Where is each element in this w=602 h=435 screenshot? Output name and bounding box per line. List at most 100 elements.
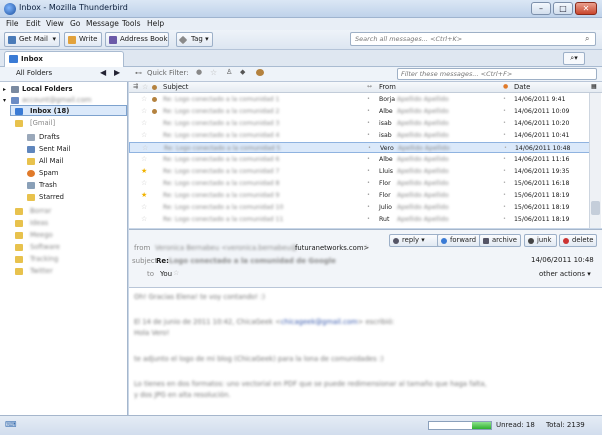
menu-go[interactable]: Go [70, 19, 80, 28]
junk-button[interactable]: junk [524, 234, 557, 247]
star-icon[interactable]: ★ [141, 190, 147, 201]
junk-status-icon[interactable]: • [504, 143, 507, 154]
menu-edit[interactable]: Edit [26, 19, 41, 28]
star-icon[interactable]: ☆ [141, 106, 147, 117]
read-status-icon[interactable]: • [367, 130, 370, 141]
junk-status-icon[interactable]: • [503, 130, 506, 141]
delete-button[interactable]: delete [559, 234, 597, 247]
read-status-icon[interactable]: • [367, 190, 370, 201]
address-book-button[interactable]: Address Book [105, 32, 169, 47]
previous-folder-arrow[interactable]: ◀ [100, 68, 106, 77]
get-mail-button[interactable]: Get Mail ▾ [4, 32, 60, 47]
star-icon[interactable]: ★ [141, 166, 147, 177]
menu-message[interactable]: Message [86, 19, 119, 28]
filter-messages-input[interactable]: Filter these messages... <Ctrl+F> [397, 68, 597, 80]
read-status-icon[interactable]: • [367, 94, 370, 105]
from-column[interactable]: From [379, 83, 396, 91]
read-status-icon[interactable]: • [367, 166, 370, 177]
junk-status-icon[interactable]: • [503, 166, 506, 177]
table-row[interactable]: ☆ Re: Logo conectado a la comunidad 6 • Alb… [129, 154, 592, 165]
read-status-icon[interactable]: • [367, 202, 370, 213]
close-button[interactable]: ✕ [575, 2, 597, 15]
menu-help[interactable]: Help [147, 19, 164, 28]
starred-filter-icon[interactable]: ☆ [210, 68, 217, 77]
junk-status-icon[interactable]: • [503, 94, 506, 105]
table-row[interactable]: ☆ Re: Logo conectado a la comunidad 2 • Alb… [129, 106, 592, 117]
message-list-scrollbar[interactable] [589, 93, 601, 228]
star-icon[interactable]: ☆ [141, 214, 147, 225]
column-picker-icon[interactable]: ▦ [591, 83, 597, 90]
tag-button[interactable]: Tag ▾ [176, 32, 213, 47]
read-column-icon[interactable]: ⇿ [367, 83, 372, 90]
from-address[interactable]: futuranetworks.com> [295, 244, 369, 252]
junk-status-icon[interactable]: • [503, 154, 506, 165]
junk-status-icon[interactable]: • [503, 202, 506, 213]
scroll-thumb[interactable] [591, 201, 600, 215]
star-icon[interactable]: ☆ [141, 154, 147, 165]
star-icon[interactable]: ☆ [142, 143, 148, 154]
table-row[interactable]: ☆ Re: Logo conectado a la comunidad 8 • Flo… [129, 178, 592, 189]
read-status-icon[interactable]: • [368, 143, 371, 154]
minimize-button[interactable]: – [531, 2, 551, 15]
table-row[interactable]: ★ Re: Logo conectado a la comunidad 7 • Llu… [129, 166, 592, 177]
star-icon[interactable]: ☆ [141, 118, 147, 129]
forward-icon [441, 238, 447, 244]
contact-filter-icon[interactable]: ♙ [226, 68, 232, 76]
subject-column[interactable]: Subject [163, 83, 188, 91]
reply-button[interactable]: reply ▾ [389, 234, 443, 247]
maximize-button[interactable]: □ [553, 2, 573, 15]
folder-pane-header[interactable]: All Folders [16, 69, 52, 77]
archive-button[interactable]: archive [479, 234, 521, 247]
table-row[interactable]: ☆ Re: Logo conectado a la comunidad 11 • Ru… [129, 214, 592, 225]
search-all-input[interactable]: Search all messages... <Ctrl+K> [350, 32, 596, 46]
other-actions-button[interactable]: other actions ▾ [539, 270, 591, 278]
star-icon[interactable]: ☆ [141, 130, 147, 141]
read-status-icon[interactable]: • [367, 118, 370, 129]
to-value[interactable]: You [160, 270, 172, 278]
star-icon[interactable]: ☆ [141, 94, 147, 105]
table-row[interactable]: ★ Re: Logo conectado a la comunidad 9 • Flo… [129, 190, 592, 201]
pin-icon[interactable]: ⊷ [135, 69, 142, 77]
menu-tools[interactable]: Tools [122, 19, 140, 28]
tags-filter-icon[interactable]: ◆ [240, 68, 245, 76]
folder-inbox[interactable]: Inbox (18) [10, 105, 127, 116]
junk-status-icon[interactable]: • [503, 214, 506, 225]
read-status-icon[interactable]: • [367, 154, 370, 165]
star-icon[interactable]: ☆ [141, 202, 147, 213]
unread-filter-icon[interactable]: ● [196, 68, 202, 76]
write-button[interactable]: Write [64, 32, 102, 47]
chevron-down-icon[interactable]: ▾ [52, 33, 56, 46]
table-row[interactable]: ☆ Re: Logo conectado a la comunidad 5 • Ver… [129, 142, 592, 154]
forward-button[interactable]: forward [437, 234, 483, 247]
attachment-filter-icon[interactable] [256, 69, 264, 76]
junk-status-icon[interactable]: • [503, 118, 506, 129]
message-from-blurred: Apellido Apellido [397, 180, 449, 187]
to-star-icon[interactable]: ☆ [173, 269, 179, 277]
junk-column-icon[interactable]: ● [503, 83, 508, 90]
star-column-icon[interactable]: ☆ [142, 83, 148, 91]
table-row[interactable]: ☆ Re: Logo conectado a la comunidad 1 • Bor… [129, 94, 592, 105]
menu-view[interactable]: View [46, 19, 64, 28]
read-status-icon[interactable]: • [367, 106, 370, 117]
tab-list-button[interactable]: ⌕▾ [563, 52, 585, 65]
menu-file[interactable]: File [6, 19, 19, 28]
junk-status-icon[interactable]: • [503, 178, 506, 189]
star-icon[interactable]: ☆ [141, 178, 147, 189]
star-icon[interactable]: ☆ [363, 243, 369, 251]
collapse-icon[interactable]: ▾ [3, 95, 6, 106]
tab-inbox[interactable]: Inbox [4, 51, 124, 67]
attachment-column-icon[interactable] [152, 85, 157, 90]
thread-column-icon[interactable]: ⇶ [133, 83, 138, 90]
attachment-icon [152, 97, 157, 102]
next-folder-arrow[interactable]: ▶ [114, 68, 120, 77]
online-status-icon[interactable]: ⌨ [5, 420, 17, 429]
expand-icon[interactable]: ▸ [3, 84, 6, 95]
table-row[interactable]: ☆ Re: Logo conectado a la comunidad 3 • isa… [129, 118, 592, 129]
junk-status-icon[interactable]: • [503, 106, 506, 117]
read-status-icon[interactable]: • [367, 214, 370, 225]
date-column[interactable]: Date [514, 83, 530, 91]
table-row[interactable]: ☆ Re: Logo conectado a la comunidad 4 • isa… [129, 130, 592, 141]
table-row[interactable]: ☆ Re: Logo conectado a la comunidad 10 • Ju… [129, 202, 592, 213]
read-status-icon[interactable]: • [367, 178, 370, 189]
junk-status-icon[interactable]: • [503, 190, 506, 201]
